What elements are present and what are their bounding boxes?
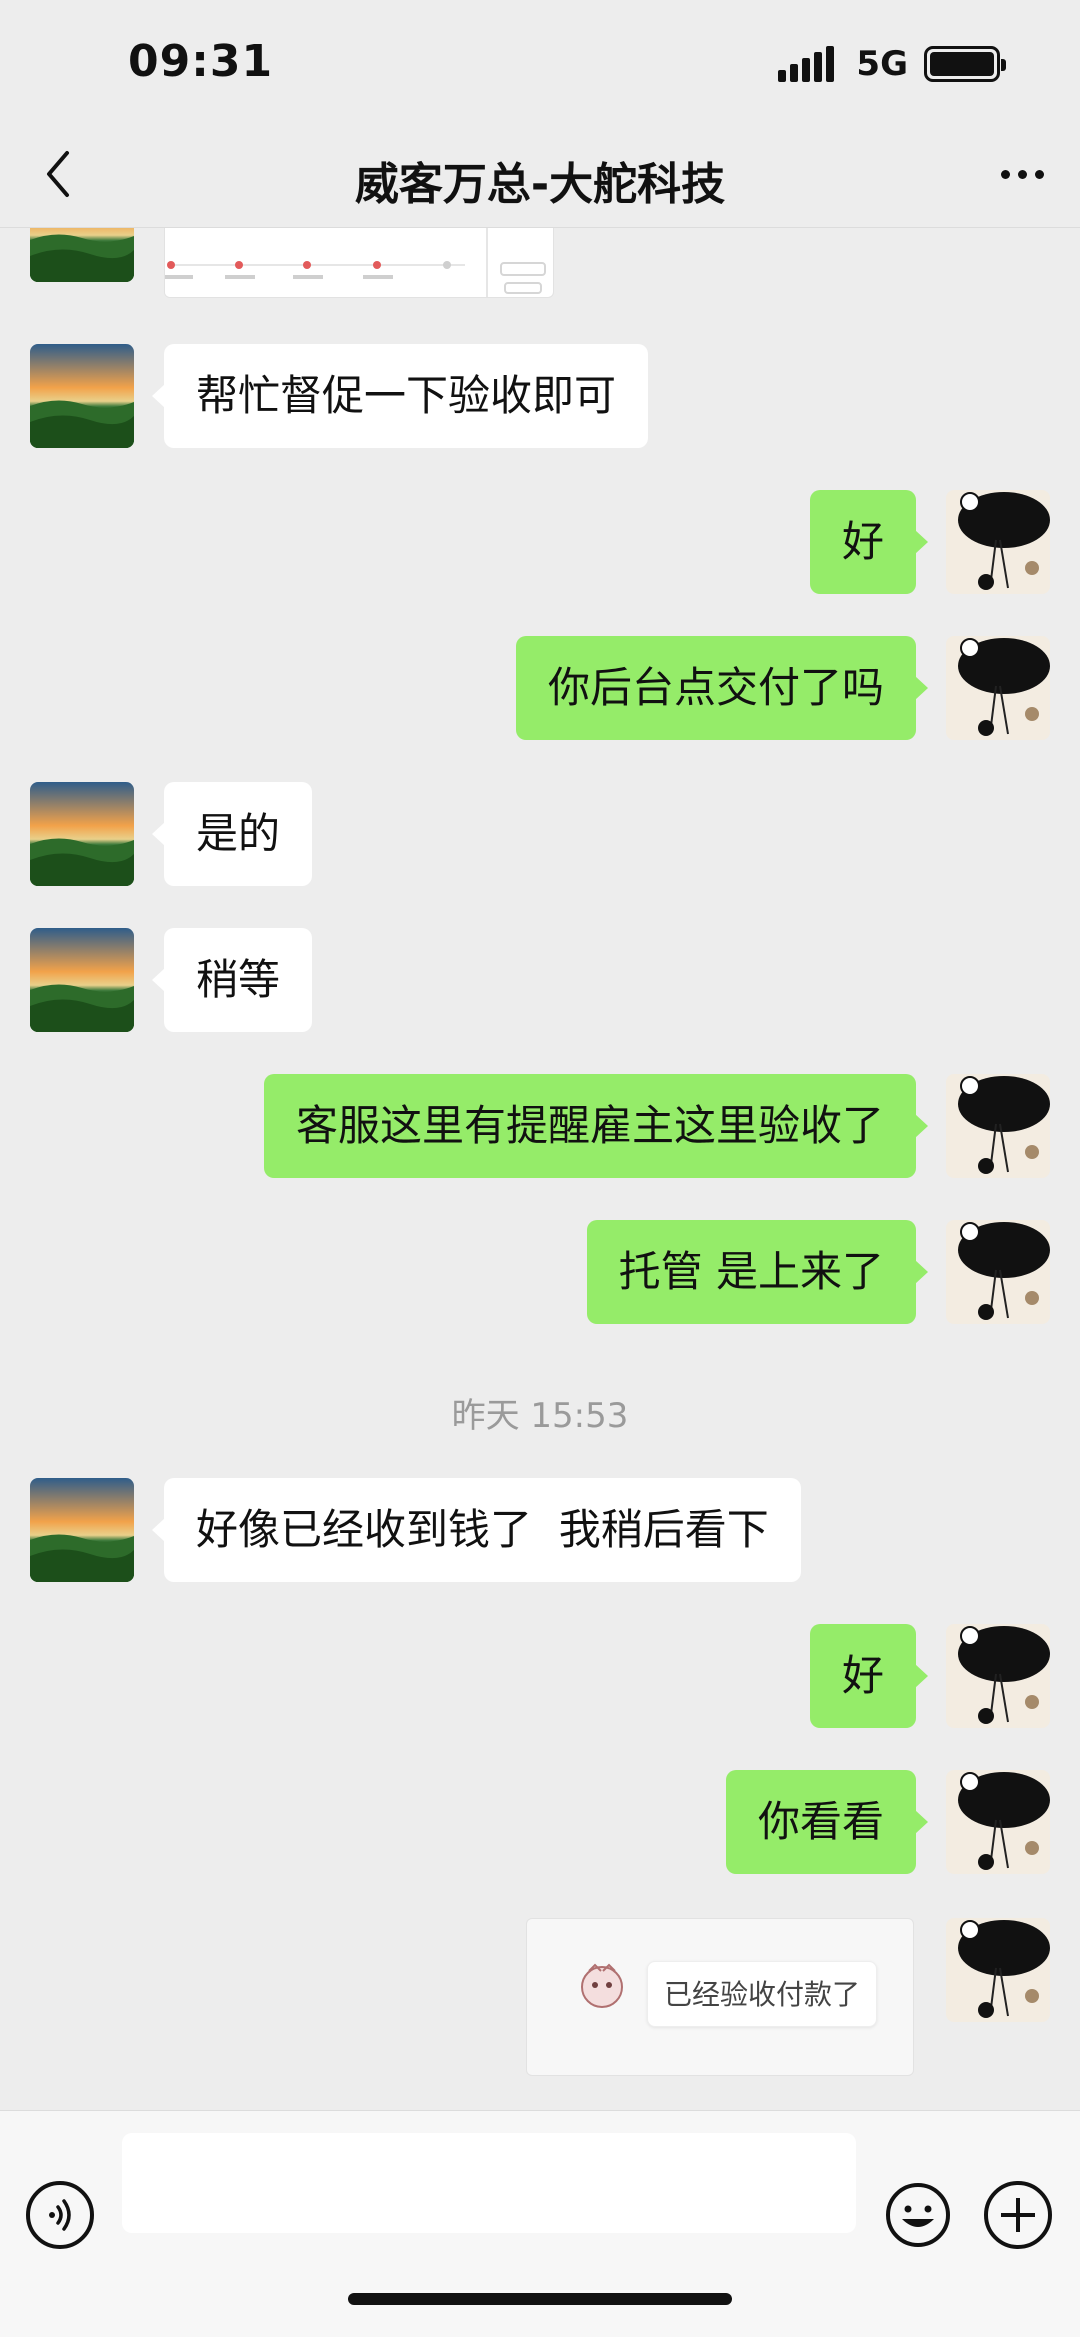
emoji-button[interactable] (884, 2181, 952, 2249)
sent-message[interactable]: 好 (809, 1624, 929, 1728)
sent-message[interactable]: 托管 是上来了 (586, 1220, 929, 1324)
chat-title: 威客万总-大舵科技 (354, 159, 726, 210)
more-button[interactable] (988, 142, 1056, 206)
character-avatar-icon (581, 1963, 623, 2008)
emoji-icon (886, 2183, 950, 2247)
my-avatar[interactable] (946, 1220, 1050, 1324)
my-avatar[interactable] (946, 1074, 1050, 1178)
status-time: 09:31 (128, 36, 274, 87)
my-avatar[interactable] (946, 1770, 1050, 1874)
my-avatar[interactable] (946, 1624, 1050, 1728)
image-message[interactable]: 已经验收付款了 (526, 1918, 914, 2076)
my-avatar[interactable] (946, 490, 1050, 594)
screenshot-thumbnail-icon (165, 228, 546, 297)
contact-avatar[interactable] (30, 344, 134, 448)
quoted-text: 已经验收付款了 (647, 1961, 878, 2027)
sent-message[interactable]: 你看看 (725, 1770, 929, 1874)
received-message[interactable]: 是的 (151, 782, 313, 886)
contact-avatar[interactable] (30, 928, 134, 1032)
received-message[interactable]: 帮忙督促一下验收即可 (151, 344, 649, 448)
my-avatar[interactable] (946, 636, 1050, 740)
received-message[interactable]: 好像已经收到钱了 我稍后看下 (152, 1478, 801, 1582)
contact-avatar[interactable] (30, 782, 134, 886)
chat-header: 威客万总-大舵科技 (0, 120, 1080, 228)
image-message[interactable] (164, 228, 554, 298)
contact-avatar[interactable] (30, 1478, 134, 1582)
my-avatar[interactable] (946, 1918, 1050, 2022)
message-timestamp: 昨天 15:53 (451, 1396, 629, 1436)
status-bar: 09:31 5G (0, 0, 1080, 120)
home-indicator (348, 2293, 732, 2305)
signal-icon (778, 46, 835, 82)
sent-message[interactable]: 好 (809, 490, 929, 594)
input-bar (0, 2110, 1080, 2337)
more-dots-icon (1000, 169, 1010, 179)
battery-icon (924, 46, 1006, 82)
message-input[interactable] (122, 2133, 856, 2233)
voice-icon (49, 2199, 71, 2231)
network-type: 5G (856, 44, 908, 84)
sent-message[interactable]: 你后台点交付了吗 (515, 636, 929, 740)
plus-button[interactable] (984, 2181, 1052, 2249)
sent-message[interactable]: 客服这里有提醒雇主这里验收了 (263, 1074, 929, 1178)
received-message[interactable]: 稍等 (151, 928, 313, 1032)
voice-button[interactable] (26, 2181, 94, 2249)
message-list[interactable]: 帮忙督促一下验收即可 好 你后台点交付了吗 是的 稍等 客服这里有提醒雇主这里验… (0, 228, 1080, 2110)
contact-avatar[interactable] (30, 228, 134, 282)
status-icons: 5G (778, 44, 1006, 84)
